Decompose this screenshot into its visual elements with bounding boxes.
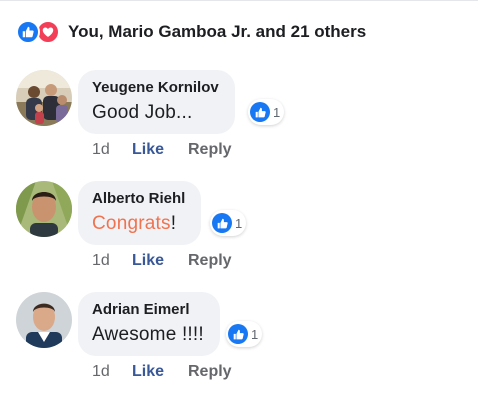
comment-text-after: ! — [170, 213, 177, 234]
comment-reaction-badge[interactable]: 1 — [248, 99, 285, 125]
comment-text-main: Good Job... — [92, 102, 193, 123]
like-button[interactable]: Like — [132, 363, 188, 381]
like-icon — [16, 20, 40, 44]
comment-reaction-badge[interactable]: 1 — [210, 210, 247, 236]
avatar[interactable] — [16, 292, 72, 348]
like-button[interactable]: Like — [132, 141, 188, 159]
comment-author[interactable]: Alberto Riehl — [92, 189, 185, 208]
reactions-summary[interactable]: You, Mario Gamboa Jr. and 21 others — [16, 19, 366, 45]
comment-actions: 1d Like Reply — [92, 363, 232, 381]
comment-timestamp[interactable]: 1d — [92, 363, 132, 381]
like-icon — [228, 324, 248, 344]
reaction-icons — [16, 20, 60, 44]
comment-reaction-badge[interactable]: 1 — [226, 321, 263, 347]
comment-timestamp[interactable]: 1d — [92, 141, 132, 159]
comment-text-highlight: Congrats — [92, 213, 171, 234]
avatar[interactable] — [16, 181, 72, 237]
comment-author[interactable]: Yeugene Kornilov — [92, 78, 219, 97]
avatar[interactable] — [16, 70, 72, 126]
reaction-count: 1 — [235, 215, 243, 231]
top-divider — [0, 0, 478, 1]
comment: Adrian Eimerl Awesome !!!! 1 1d Like Rep… — [16, 292, 486, 392]
comment-text-main: Awesome !!!! — [92, 324, 204, 345]
reply-button[interactable]: Reply — [188, 252, 232, 270]
comment-text: Good Job... — [92, 100, 219, 125]
reaction-count: 1 — [273, 104, 281, 120]
reply-button[interactable]: Reply — [188, 141, 232, 159]
like-icon — [212, 213, 232, 233]
comment-author[interactable]: Adrian Eimerl — [92, 300, 204, 319]
comment: Alberto Riehl Congrats! 1 1d Like Reply — [16, 181, 486, 281]
reaction-count: 1 — [251, 326, 259, 342]
comment-bubble: Adrian Eimerl Awesome !!!! — [78, 292, 220, 356]
comment-bubble: Alberto Riehl Congrats! — [78, 181, 202, 245]
comment-text: Awesome !!!! — [92, 322, 204, 347]
comment-bubble: Yeugene Kornilov Good Job... — [78, 70, 235, 134]
reply-button[interactable]: Reply — [188, 363, 232, 381]
like-button[interactable]: Like — [132, 252, 188, 270]
comment: Yeugene Kornilov Good Job... 1 1d Like R… — [16, 70, 486, 170]
reactions-summary-text[interactable]: You, Mario Gamboa Jr. and 21 others — [68, 22, 366, 42]
like-icon — [250, 102, 270, 122]
comment-actions: 1d Like Reply — [92, 141, 232, 159]
comment-actions: 1d Like Reply — [92, 252, 232, 270]
comment-timestamp[interactable]: 1d — [92, 252, 132, 270]
comment-text: Congrats! — [92, 211, 185, 236]
